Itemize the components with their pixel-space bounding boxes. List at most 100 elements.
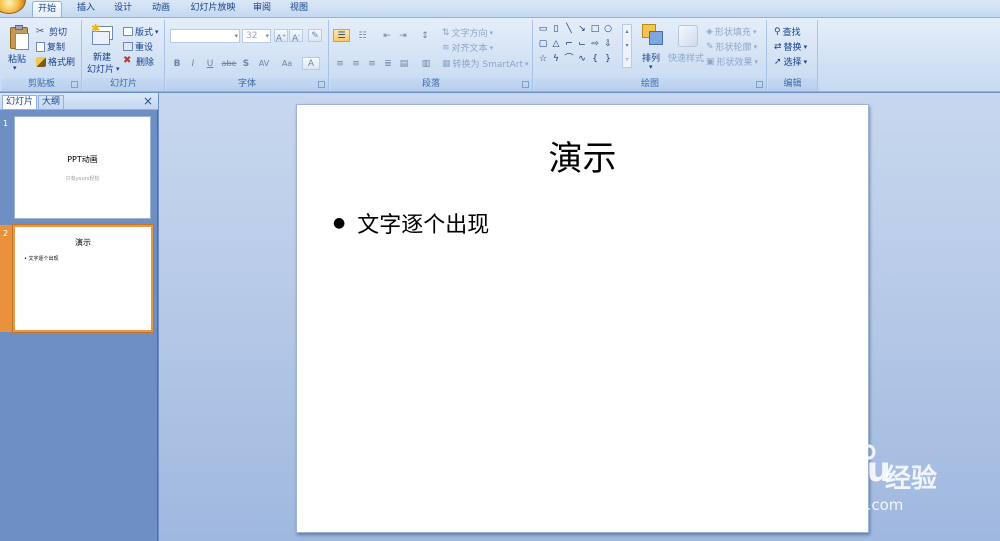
tab-slides-pane[interactable]: 幻灯片 [2, 95, 38, 109]
tab-home[interactable]: 开始 [32, 1, 62, 17]
font-launcher-icon[interactable] [318, 81, 325, 88]
rounded-rect-shape-icon[interactable]: ▢ [538, 39, 548, 49]
paste-button[interactable]: 粘贴 [8, 52, 26, 65]
curve-shape-icon[interactable]: ∿ [577, 54, 587, 64]
tab-design[interactable]: 设计 [109, 1, 137, 17]
shape-fill-label: 形状填充 [714, 28, 751, 38]
lightning-shape-icon[interactable]: ϟ [551, 54, 561, 64]
find-button[interactable]: ⚲ 查找 [774, 25, 801, 39]
elbow-connector-shape-icon[interactable]: ⌐ [564, 39, 574, 49]
replace-label: 替换 [783, 43, 802, 53]
line-shape-icon[interactable]: ╲ [564, 24, 574, 34]
right-arrow-shape-icon[interactable]: ⇨ [590, 39, 600, 49]
tab-animations[interactable]: 动画 [147, 1, 175, 17]
elbow-arrow-shape-icon[interactable]: ⌙ [577, 39, 587, 49]
tab-outline-pane[interactable]: 大纲 [38, 95, 65, 109]
layout-button[interactable]: 版式 ▾ [123, 25, 159, 38]
arc-shape-icon[interactable]: ⌒ [564, 54, 574, 64]
textbox-shape-icon[interactable]: ▭ [538, 24, 548, 34]
font-size-combobox[interactable]: 32 ▾ [242, 29, 271, 43]
triangle-shape-icon[interactable]: △ [551, 39, 561, 49]
columns-button[interactable]: ▥ [417, 57, 435, 70]
paste-icon[interactable] [8, 24, 30, 50]
selection-indicator [0, 225, 13, 332]
chevron-down-icon: ▾ [753, 42, 758, 51]
cut-button[interactable]: ✂ 剪切 [36, 25, 67, 38]
office-button[interactable] [0, 0, 26, 14]
distributed-button[interactable]: ▤ [397, 57, 411, 70]
numbering-button[interactable]: ☷ [354, 29, 371, 42]
new-slide-label: 幻灯片 [87, 65, 115, 75]
font-group: ▾ 32 ▾ A+ A- ✎ B I U abe S AV Aa A 字体 [166, 20, 329, 91]
slide-thumbnail-2[interactable]: 演示 • 文字逐个出现 [13, 225, 153, 332]
clipboard-launcher-icon[interactable] [71, 81, 78, 88]
text-direction-button[interactable]: ⇅ 文字方向 ▾ [442, 26, 493, 40]
drawing-launcher-icon[interactable] [756, 81, 763, 88]
convert-smartart-button[interactable]: ▦ 转换为 SmartArt ▾ [442, 57, 529, 71]
italic-button[interactable]: I [186, 57, 200, 70]
format-painter-button[interactable]: 格式刷 [36, 55, 75, 68]
new-slide-dropdown[interactable]: 幻灯片 ▾ [87, 62, 120, 76]
select-label: 选择 [783, 58, 802, 68]
ribbon: 粘贴 ▾ ✂ 剪切 复制 格式刷 剪贴板 ✱ 新建 幻灯片 ▾ 版式 ▾ 重设 … [0, 17, 1000, 92]
change-case-button[interactable]: Aa [278, 57, 296, 70]
slide-title[interactable]: 演示 [297, 131, 868, 180]
tab-slide-show[interactable]: 幻灯片放映 [185, 1, 241, 17]
slide-number: 2 [3, 229, 9, 238]
slide-bullet-item[interactable]: ● 文字逐个出现 [333, 207, 489, 239]
left-brace-shape-icon[interactable]: { [590, 54, 600, 64]
bullets-button[interactable]: ☰ [333, 29, 350, 42]
vertical-textbox-shape-icon[interactable]: ▯ [551, 24, 561, 34]
increase-indent-button[interactable]: ⇥ [396, 29, 410, 42]
star-shape-icon[interactable]: ☆ [538, 54, 548, 64]
replace-button[interactable]: ⇄ 替换 ▾ [774, 40, 807, 54]
quick-styles-icon[interactable] [678, 25, 698, 47]
tab-insert[interactable]: 插入 [72, 1, 100, 17]
align-right-button[interactable]: ≡ [365, 57, 379, 70]
paste-dropdown-icon[interactable]: ▾ [13, 64, 17, 72]
right-brace-shape-icon[interactable]: } [603, 54, 613, 64]
decrease-indent-button[interactable]: ⇤ [380, 29, 394, 42]
font-name-combobox[interactable]: ▾ [170, 29, 240, 43]
chevron-down-icon: ▾ [155, 27, 159, 36]
clear-formatting-button[interactable]: ✎ [308, 29, 322, 42]
paragraph-launcher-icon[interactable] [522, 81, 529, 88]
line-spacing-button[interactable]: ↕ [416, 29, 434, 42]
strikethrough-button[interactable]: abe [220, 57, 238, 70]
slide-thumbnail-1[interactable]: PPT动画 只有yours轻松 [14, 116, 151, 219]
select-button[interactable]: ➚ 选择 ▾ [774, 55, 807, 69]
shapes-gallery[interactable]: ▭ ▯ ╲ ↘ □ ○ ▢ △ ⌐ ⌙ ⇨ ⇩ ☆ ϟ ⌒ ∿ { } ▴ ▾ ▿ [538, 24, 632, 68]
shrink-font-button[interactable]: A- [289, 29, 303, 44]
reset-button[interactable]: 重设 [123, 40, 153, 53]
tab-view[interactable]: 视图 [285, 1, 313, 17]
shape-outline-button[interactable]: ✎ 形状轮廓 ▾ [706, 40, 758, 54]
align-left-button[interactable]: ≡ [333, 57, 347, 70]
down-arrow-shape-icon[interactable]: ⇩ [603, 39, 613, 49]
character-spacing-button[interactable]: AV [255, 57, 273, 70]
rectangle-shape-icon[interactable]: □ [590, 24, 600, 34]
delete-slide-button[interactable]: ✖ 删除 [123, 55, 154, 69]
text-shadow-button[interactable]: S [239, 57, 253, 70]
baidu-watermark: Bai du 经验 jingyan.baidu.com [765, 432, 995, 522]
arrange-dropdown-icon[interactable]: ▾ [649, 63, 653, 71]
thumbnail-bullet: • 文字逐个出现 [24, 256, 59, 262]
grow-font-button[interactable]: A+ [274, 29, 288, 44]
align-center-button[interactable]: ≡ [349, 57, 363, 70]
justify-button[interactable]: ≣ [381, 57, 395, 70]
bold-button[interactable]: B [170, 57, 184, 70]
shape-effects-button[interactable]: ▣ 形状效果 ▾ [706, 55, 758, 69]
gallery-scroll[interactable]: ▴ ▾ ▿ [622, 24, 632, 68]
underline-button[interactable]: U [203, 57, 217, 70]
align-text-button[interactable]: ≡ 对齐文本 ▾ [442, 41, 493, 55]
arrow-shape-icon[interactable]: ↘ [577, 24, 587, 34]
copy-button[interactable]: 复制 [36, 40, 65, 53]
arrange-icon[interactable] [642, 24, 664, 48]
tab-review[interactable]: 审阅 [248, 1, 276, 17]
shape-fill-button[interactable]: ◈ 形状填充 ▾ [706, 25, 756, 39]
close-icon[interactable]: × [143, 94, 153, 108]
quick-styles-button[interactable]: 快速样式 [668, 51, 704, 64]
new-slide-icon[interactable]: ✱ [91, 22, 115, 48]
font-color-button[interactable]: A [302, 57, 320, 70]
oval-shape-icon[interactable]: ○ [603, 24, 613, 34]
layout-label: 版式 [135, 28, 154, 38]
